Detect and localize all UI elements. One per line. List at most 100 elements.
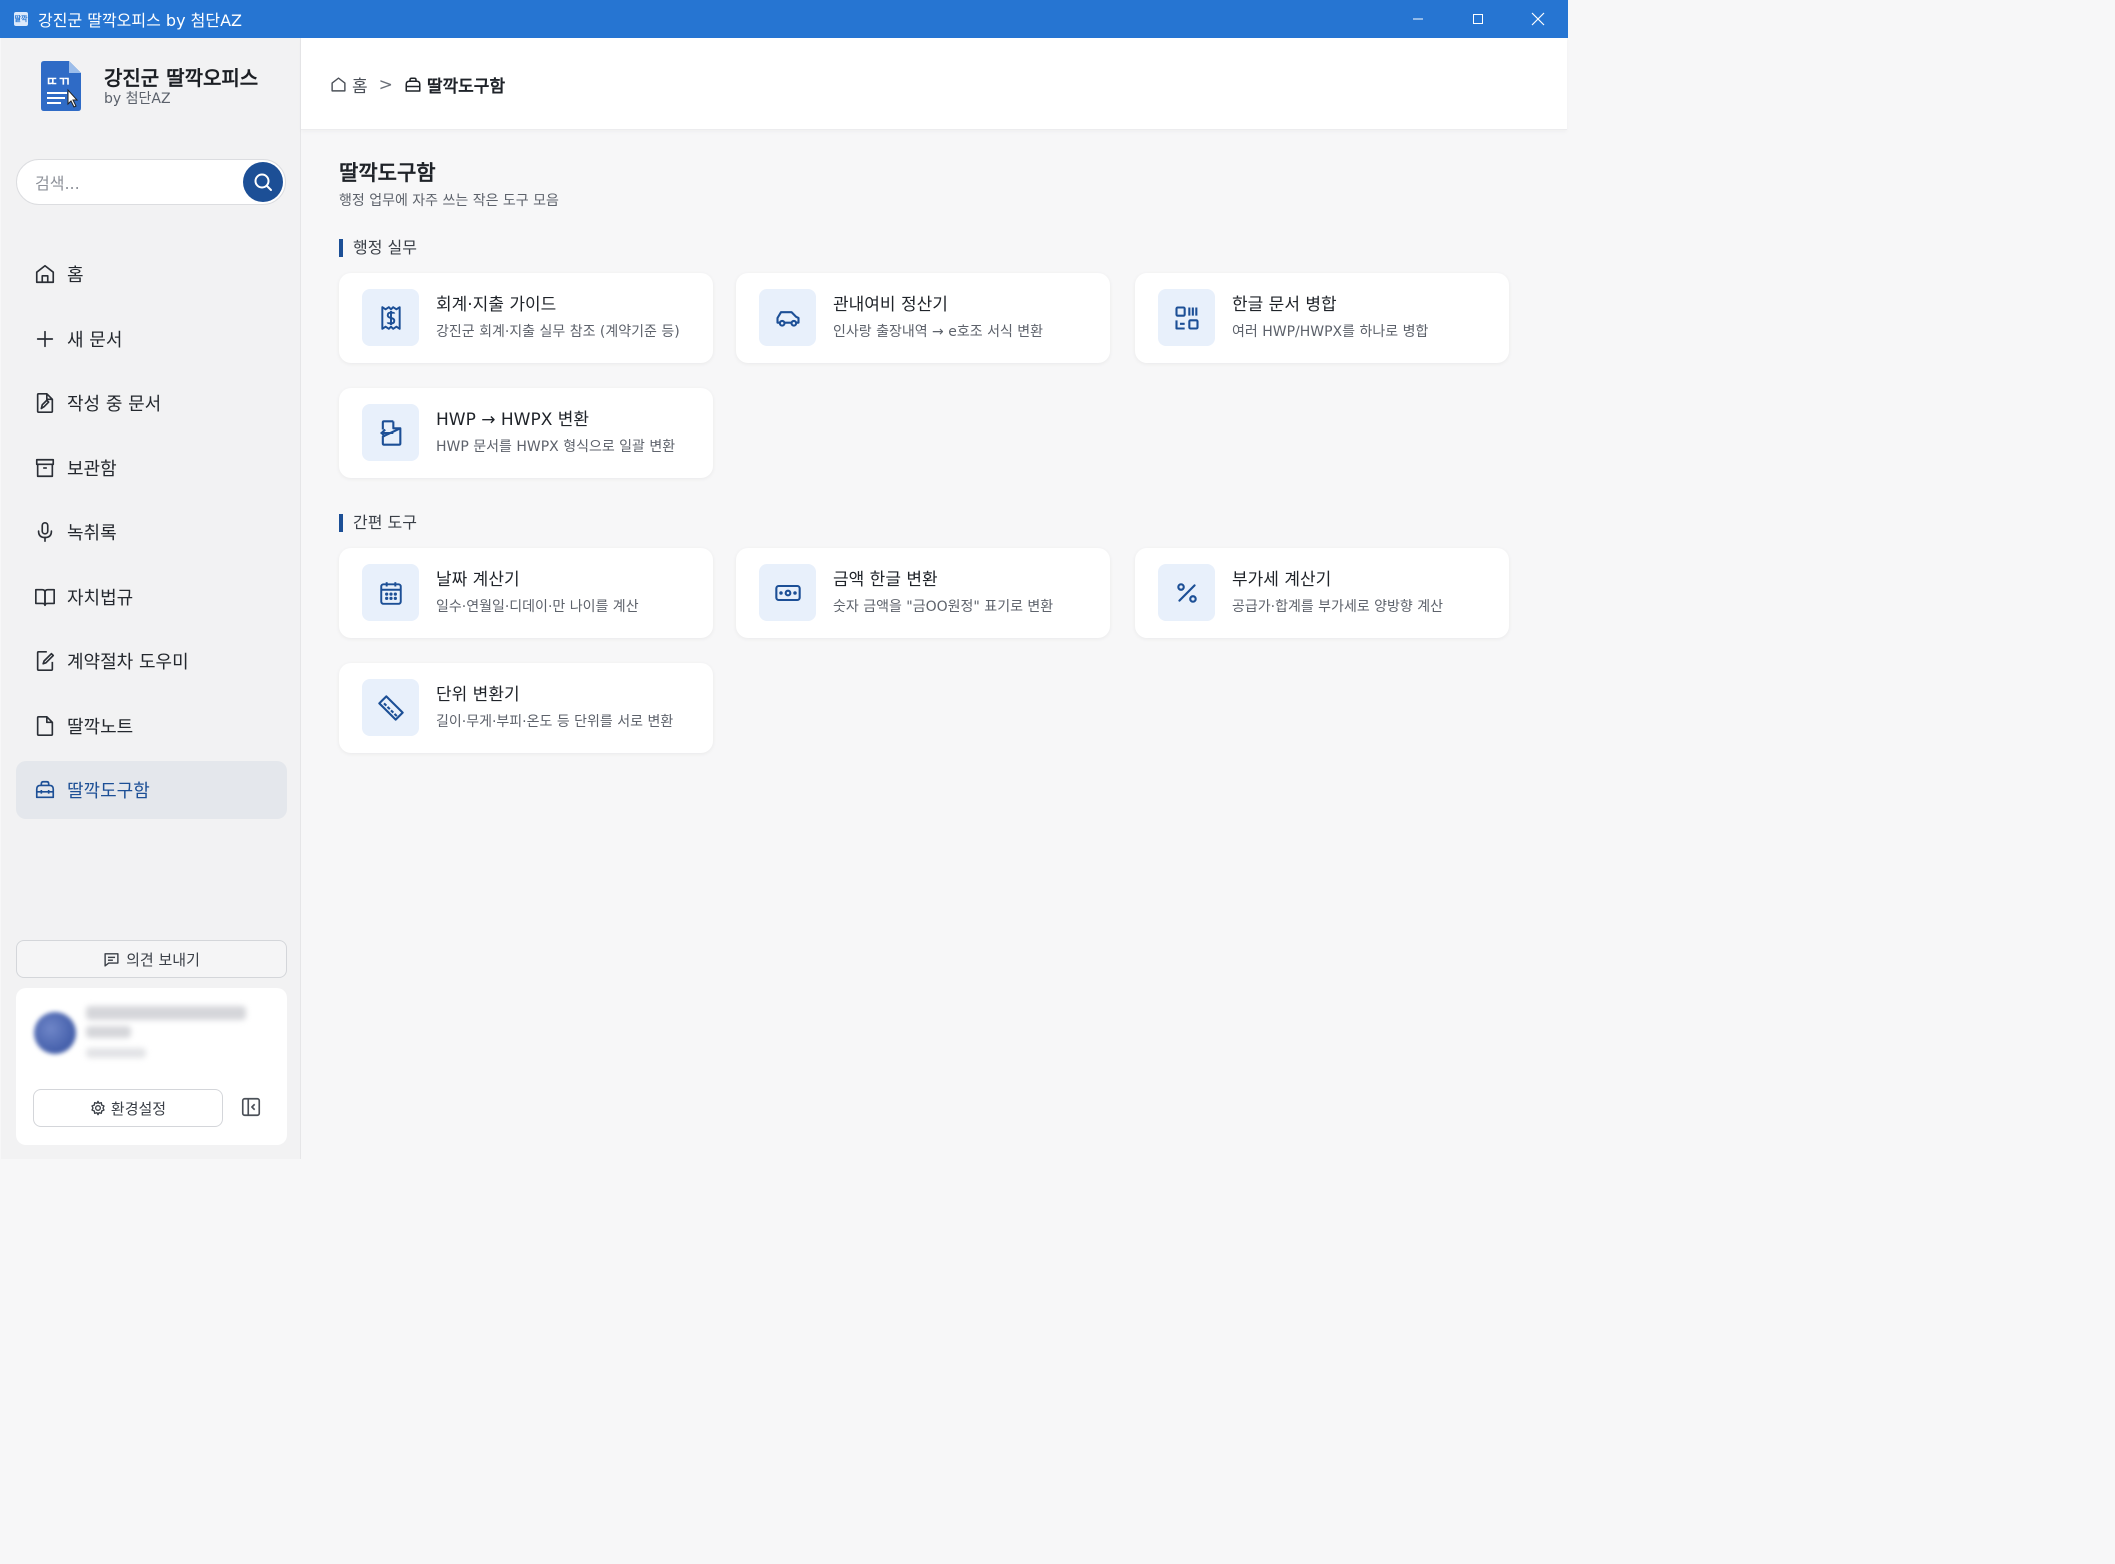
feedback-button[interactable]: 의견 보내기	[16, 940, 287, 978]
card-title: 날짜 계산기	[436, 570, 520, 590]
sidebar-item-home[interactable]: 홈	[16, 245, 287, 303]
toolbox-icon	[405, 77, 421, 92]
sidebar-nav: 홈 새 문서 작성 중 문서 보관함 녹취록 자치법규 계약절차 도우미 딸깍노…	[16, 245, 287, 826]
breadcrumb-current: 딸깍도구함	[404, 72, 505, 97]
breadcrumb-separator: >	[378, 74, 393, 95]
sidebar-item-transcripts[interactable]: 녹취록	[16, 503, 287, 561]
tool-card-travel-expense[interactable]: 관내여비 정산기 인사랑 출장내역 → e호조 서식 변환	[736, 273, 1110, 363]
tool-card-vat-calculator[interactable]: 부가세 계산기 공급가·합계를 부가세로 양방향 계산	[1135, 548, 1509, 638]
page-description: 행정 업무에 자주 쓰는 작은 도구 모음	[339, 193, 559, 209]
sidebar-item-toolbox[interactable]: 딸깍도구함	[16, 761, 287, 819]
brand-subtitle: by 첨단AZ	[104, 91, 171, 107]
file-edit-icon	[34, 392, 56, 414]
card-title: 관내여비 정산기	[833, 295, 948, 315]
settings-button[interactable]: 환경설정	[33, 1089, 223, 1127]
percent-icon	[1158, 564, 1215, 621]
file-convert-icon	[362, 404, 419, 461]
home-icon	[331, 77, 346, 92]
card-description: 공급가·합계를 부가세로 양방향 계산	[1232, 599, 1443, 615]
card-description: HWP 문서를 HWPX 형식으로 일괄 변환	[436, 439, 676, 455]
message-icon	[104, 952, 119, 967]
feedback-label: 의견 보내기	[126, 950, 200, 969]
section-label-admin: 행정 실무	[339, 239, 417, 257]
window-controls	[1388, 0, 1568, 38]
sidebar-item-label: 홈	[67, 265, 84, 286]
app-icon: 딸깍	[14, 12, 28, 26]
user-card: 환경설정	[16, 988, 287, 1145]
close-button[interactable]	[1508, 0, 1568, 38]
sidebar-item-label: 딸깍노트	[67, 716, 134, 738]
search-button[interactable]	[243, 162, 283, 202]
sidebar-item-ordinances[interactable]: 자치법규	[16, 568, 287, 626]
user-role-blurred	[86, 1048, 146, 1058]
sidebar-item-label: 작성 중 문서	[67, 394, 162, 415]
user-org-blurred	[86, 1026, 131, 1038]
close-icon	[1531, 12, 1545, 26]
sidebar-item-label: 새 문서	[67, 329, 123, 351]
breadcrumb-home[interactable]: 홈	[330, 72, 368, 97]
tool-card-accounting-guide[interactable]: 회계·지출 가이드 강진군 회계·지출 실무 참조 (계약기준 등)	[339, 273, 713, 363]
tool-card-hwp-merge[interactable]: 한글 문서 병합 여러 HWP/HWPX를 하나로 병합	[1135, 273, 1509, 363]
card-description: 길이·무게·부피·온도 등 단위를 서로 변환	[436, 714, 674, 730]
sidebar-item-drafts[interactable]: 작성 중 문서	[16, 374, 287, 432]
calendar-icon	[362, 564, 419, 621]
title-bar: 딸깍 강진군 딸깍오피스 by 첨단AZ	[0, 0, 1568, 38]
user-name-blurred	[86, 1006, 246, 1020]
avatar	[34, 1012, 76, 1054]
card-description: 숫자 금액을 "금OO원정" 표기로 변환	[833, 599, 1054, 615]
sidebar-item-new-document[interactable]: 새 문서	[16, 310, 287, 368]
sidebar-item-notes[interactable]: 딸깍노트	[16, 697, 287, 755]
tool-card-amount-korean[interactable]: 금액 한글 변환 숫자 금액을 "금OO원정" 표기로 변환	[736, 548, 1110, 638]
card-description: 여러 HWP/HWPX를 하나로 병합	[1232, 324, 1429, 340]
section-label-simple-tools: 간편 도구	[339, 514, 417, 532]
tool-card-date-calculator[interactable]: 날짜 계산기 일수·연월일·디데이·만 나이를 계산	[339, 548, 713, 638]
card-description: 인사랑 출장내역 → e호조 서식 변환	[833, 324, 1044, 340]
card-title: 단위 변환기	[436, 685, 520, 705]
ruler-icon	[362, 679, 419, 736]
card-title: 부가세 계산기	[1232, 570, 1332, 590]
maximize-icon	[1473, 14, 1483, 24]
search-input[interactable]	[33, 168, 237, 198]
search-icon	[254, 173, 272, 191]
search-box	[16, 159, 286, 205]
sidebar: ㄸㄲ 강진군 딸깍오피스 by 첨단AZ 홈	[1, 38, 301, 1159]
collapse-sidebar-button[interactable]	[238, 1094, 264, 1120]
sidebar-item-contract-helper[interactable]: 계약절차 도우미	[16, 632, 287, 690]
settings-label: 환경설정	[110, 1099, 167, 1118]
merge-icon	[1158, 289, 1215, 346]
card-description: 강진군 회계·지출 실무 참조 (계약기준 등)	[436, 324, 680, 340]
sidebar-item-label: 보관함	[67, 458, 117, 480]
minimize-button[interactable]	[1388, 0, 1448, 38]
breadcrumb-current-label: 딸깍도구함	[426, 77, 506, 97]
gear-icon	[91, 1100, 105, 1116]
tool-card-unit-converter[interactable]: 단위 변환기 길이·무게·부피·온도 등 단위를 서로 변환	[339, 663, 713, 753]
sidebar-item-label: 녹취록	[67, 523, 117, 544]
sidebar-item-label: 딸깍도구함	[67, 781, 150, 802]
maximize-button[interactable]	[1448, 0, 1508, 38]
tool-card-hwp-to-hwpx[interactable]: HWP → HWPX 변환 HWP 문서를 HWPX 형식으로 일괄 변환	[339, 388, 713, 478]
sidebar-item-label: 계약절차 도우미	[67, 652, 189, 673]
note-icon	[34, 715, 56, 737]
card-title: 한글 문서 병합	[1232, 295, 1337, 315]
main-header: 홈 > 딸깍도구함	[301, 38, 1567, 130]
sidebar-collapse-icon	[241, 1097, 261, 1117]
card-description: 일수·연월일·디데이·만 나이를 계산	[436, 599, 639, 615]
archive-icon	[34, 457, 56, 479]
card-title: 금액 한글 변환	[833, 570, 938, 590]
home-icon	[34, 263, 56, 285]
minimize-icon	[1413, 18, 1423, 20]
logo-text: ㄸㄲ	[46, 75, 70, 90]
car-icon	[759, 289, 816, 346]
card-title: HWP → HWPX 변환	[436, 410, 590, 430]
page-title: 딸깍도구함	[339, 161, 436, 185]
app-logo[interactable]: ㄸㄲ	[39, 60, 83, 111]
contract-icon	[34, 650, 56, 672]
banknote-icon	[759, 564, 816, 621]
microphone-icon	[34, 521, 56, 543]
app-window: 딸깍 강진군 딸깍오피스 by 첨단AZ ㄸㄲ 강진군 딸깍오피스 by 첨단A…	[0, 0, 1568, 1160]
sidebar-item-archive[interactable]: 보관함	[16, 439, 287, 497]
book-icon	[34, 586, 56, 608]
receipt-dollar-icon	[362, 289, 419, 346]
breadcrumb: 홈 > 딸깍도구함	[330, 72, 505, 97]
breadcrumb-home-label: 홈	[352, 77, 368, 97]
